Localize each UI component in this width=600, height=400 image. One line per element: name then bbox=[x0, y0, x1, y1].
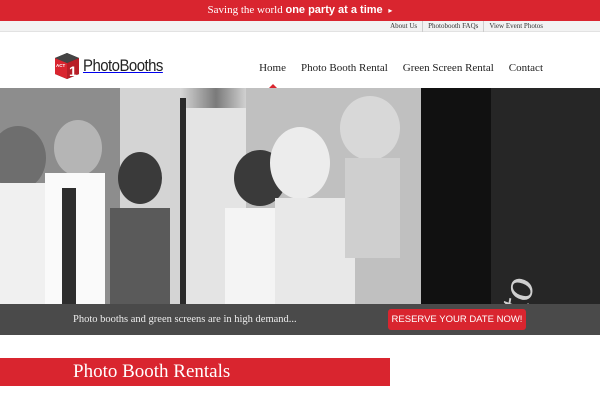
logo-badge-text: ACT bbox=[56, 63, 65, 68]
site-header: ACT 1 PhotoBooths Home Photo Booth Renta… bbox=[0, 32, 600, 90]
nav-photo-booth-rental[interactable]: Photo Booth Rental bbox=[301, 62, 388, 74]
promo-text: Saving the world bbox=[207, 4, 283, 16]
utility-link-event-photos[interactable]: View Event Photos bbox=[483, 21, 548, 32]
section-title-bar: Photo Booth Rentals bbox=[0, 358, 390, 386]
promo-text-bold: one party at a time bbox=[285, 4, 383, 16]
nav-green-screen-rental[interactable]: Green Screen Rental bbox=[403, 62, 494, 74]
site-logo[interactable]: ACT 1 PhotoBooths bbox=[52, 50, 174, 82]
hero-image: Photo bbox=[0, 88, 600, 304]
utility-link-about[interactable]: About Us bbox=[385, 21, 422, 32]
chevron-right-icon: ▸ bbox=[388, 6, 393, 15]
utility-links: About Us Photobooth FAQs View Event Phot… bbox=[385, 21, 548, 32]
reserve-date-button[interactable]: RESERVE YOUR DATE NOW! bbox=[388, 309, 526, 330]
utility-link-faqs[interactable]: Photobooth FAQs bbox=[422, 21, 483, 32]
logo-wordmark: PhotoBooths bbox=[83, 56, 163, 75]
cta-text: Photo booths and green screens are in hi… bbox=[73, 314, 297, 325]
logo-badge-number: 1 bbox=[69, 63, 77, 79]
main-nav: Home Photo Booth Rental Green Screen Ren… bbox=[244, 62, 543, 90]
section-title: Photo Booth Rentals bbox=[73, 361, 231, 382]
logo-cube-icon: ACT 1 bbox=[55, 53, 79, 79]
promo-bar[interactable]: Saving the world one party at a time ▸ bbox=[0, 0, 600, 21]
nav-contact[interactable]: Contact bbox=[509, 62, 543, 74]
utility-bar: About Us Photobooth FAQs View Event Phot… bbox=[0, 21, 600, 32]
cta-bar: Photo booths and green screens are in hi… bbox=[0, 304, 600, 335]
nav-home[interactable]: Home bbox=[259, 62, 286, 90]
hero-photo-illustration: Photo bbox=[0, 88, 600, 304]
